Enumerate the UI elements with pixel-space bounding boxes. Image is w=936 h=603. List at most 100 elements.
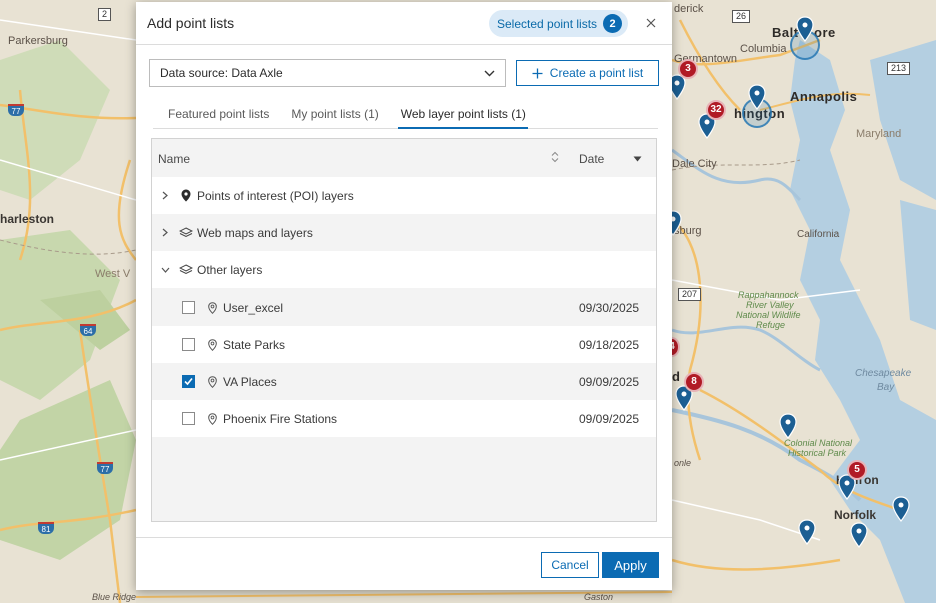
interstate-shield-81: 81 xyxy=(38,522,54,534)
checkmark-icon xyxy=(184,377,193,386)
add-point-lists-dialog: Add point lists Selected point lists 2 D… xyxy=(136,2,672,590)
map-label-refuge: Refuge xyxy=(756,320,786,330)
item-name: State Parks xyxy=(223,337,286,352)
map-label-national-wildlife: National Wildlife xyxy=(736,310,801,320)
map-point-pin[interactable] xyxy=(748,84,766,110)
map-label-yonle: onle xyxy=(674,458,692,468)
list-item-phoenix-fire-stations[interactable]: Phoenix Fire Stations 09/09/2025 xyxy=(152,400,656,437)
create-point-list-button[interactable]: Create a point list xyxy=(516,60,659,86)
map-label-california: California xyxy=(797,229,840,240)
item-date: 09/09/2025 xyxy=(579,411,640,426)
map-label-parkersburg: Parkersburg xyxy=(8,35,68,47)
sort-descending-icon[interactable] xyxy=(633,156,642,162)
sort-icon[interactable] xyxy=(551,151,559,163)
tab-web-layer-point-lists[interactable]: Web layer point lists (1) xyxy=(386,101,533,129)
item-date: 09/18/2025 xyxy=(579,337,640,352)
map-point-pin[interactable] xyxy=(850,522,868,548)
column-header-date[interactable]: Date xyxy=(579,152,604,166)
map-label-columbia: Columbia xyxy=(740,43,787,55)
item-name: VA Places xyxy=(223,374,277,389)
map-label-gaston: Gaston xyxy=(584,592,614,602)
layers-icon xyxy=(179,226,193,240)
map-label-frederick: derick xyxy=(674,3,704,15)
map-label-chesapeake: Chesapeake xyxy=(855,368,912,379)
route-shield-2: 2 xyxy=(98,8,112,21)
map-cluster[interactable]: 32 xyxy=(706,100,726,120)
tab-featured-point-lists[interactable]: Featured point lists xyxy=(153,101,276,128)
location-outline-icon xyxy=(207,301,217,314)
map-label-blue-ridge: Blue Ridge xyxy=(92,592,137,602)
group-row-poi-layers[interactable]: Points of interest (POI) layers xyxy=(152,177,656,214)
selected-point-lists-chip[interactable]: Selected point lists 2 xyxy=(489,10,629,37)
group-label: Points of interest (POI) layers xyxy=(197,188,354,203)
route-shield-207: 207 xyxy=(678,288,702,301)
chevron-right-icon[interactable] xyxy=(160,191,170,201)
point-list-tabs: Featured point lists My point lists (1) … xyxy=(153,101,658,129)
selected-point-lists-label: Selected point lists xyxy=(497,16,598,31)
map-point-pin[interactable] xyxy=(779,413,797,439)
map-label-river-valley: River Valley xyxy=(746,300,794,310)
route-shield-213: 213 xyxy=(887,62,911,75)
data-source-value: Data source: Data Axle xyxy=(160,66,283,80)
map-label-dale-city: Dale City xyxy=(672,158,717,170)
apply-button[interactable]: Apply xyxy=(602,552,659,578)
map-label-historical-park: Historical Park xyxy=(788,448,847,458)
map-label-charleston: harleston xyxy=(0,212,55,226)
interstate-shield-77: 77 xyxy=(8,104,24,116)
tab-my-point-lists[interactable]: My point lists (1) xyxy=(276,101,385,128)
map-label-norfolk: Norfolk xyxy=(834,508,876,522)
interstate-shield-77-south: 77 xyxy=(97,462,113,474)
column-header-name[interactable]: Name xyxy=(158,152,190,166)
location-outline-icon xyxy=(207,375,217,388)
point-list-table: Name Date Points of interest (POI) layer… xyxy=(151,138,657,522)
map-label-west-virginia: West V xyxy=(95,268,131,280)
item-date: 09/30/2025 xyxy=(579,300,640,315)
map-label-bay: Bay xyxy=(877,382,895,393)
list-item-va-places[interactable]: VA Places 09/09/2025 xyxy=(152,363,656,400)
route-shield-26: 26 xyxy=(732,10,751,23)
dialog-title: Add point lists xyxy=(147,15,235,31)
item-checkbox[interactable] xyxy=(182,301,195,314)
list-item-state-parks[interactable]: State Parks 09/18/2025 xyxy=(152,326,656,363)
cancel-button[interactable]: Cancel xyxy=(541,552,599,578)
map-cluster[interactable]: 8 xyxy=(684,372,704,392)
interstate-shield-64: 64 xyxy=(80,324,96,336)
map-label-hampton-b: on xyxy=(864,473,879,487)
dialog-header: Add point lists Selected point lists 2 xyxy=(136,2,672,45)
list-item-user-excel[interactable]: User_excel 09/30/2025 xyxy=(152,289,656,326)
item-checkbox[interactable] xyxy=(182,338,195,351)
create-point-list-label: Create a point list xyxy=(549,66,644,80)
location-outline-icon xyxy=(207,412,217,425)
map-label-richmond: d xyxy=(672,369,681,384)
chevron-down-icon xyxy=(484,70,495,76)
location-outline-icon xyxy=(207,338,217,351)
close-icon xyxy=(646,18,656,28)
item-name: User_excel xyxy=(223,300,284,315)
map-label-maryland: Maryland xyxy=(856,128,902,140)
item-checkbox[interactable] xyxy=(182,412,195,425)
group-label: Web maps and layers xyxy=(197,225,313,240)
map-label-annapolis: Annapolis xyxy=(790,89,858,104)
table-header: Name Date xyxy=(152,139,656,177)
close-button[interactable] xyxy=(643,15,659,31)
location-pin-icon xyxy=(179,189,193,203)
map-label-rappahannock: Rappahannock xyxy=(738,290,799,300)
map-cluster[interactable]: 3 xyxy=(678,59,698,79)
map-point-pin[interactable] xyxy=(798,519,816,545)
map-cluster[interactable]: 5 xyxy=(847,460,867,480)
map-point-pin[interactable] xyxy=(796,16,814,42)
map-label-colonial-national: Colonial National xyxy=(784,438,853,448)
map-point-pin[interactable] xyxy=(892,496,910,522)
group-label: Other layers xyxy=(197,262,263,277)
item-name: Phoenix Fire Stations xyxy=(223,411,338,426)
layers-icon xyxy=(179,263,193,277)
plus-icon xyxy=(532,68,543,78)
item-date: 09/09/2025 xyxy=(579,374,640,389)
group-row-web-maps-and-layers[interactable]: Web maps and layers xyxy=(152,214,656,251)
group-row-other-layers[interactable]: Other layers xyxy=(152,251,656,288)
item-checkbox-checked[interactable] xyxy=(182,375,195,388)
chevron-down-icon[interactable] xyxy=(160,265,170,275)
data-source-select[interactable]: Data source: Data Axle xyxy=(149,59,506,87)
selected-count-badge: 2 xyxy=(603,14,623,33)
chevron-right-icon[interactable] xyxy=(160,228,170,238)
